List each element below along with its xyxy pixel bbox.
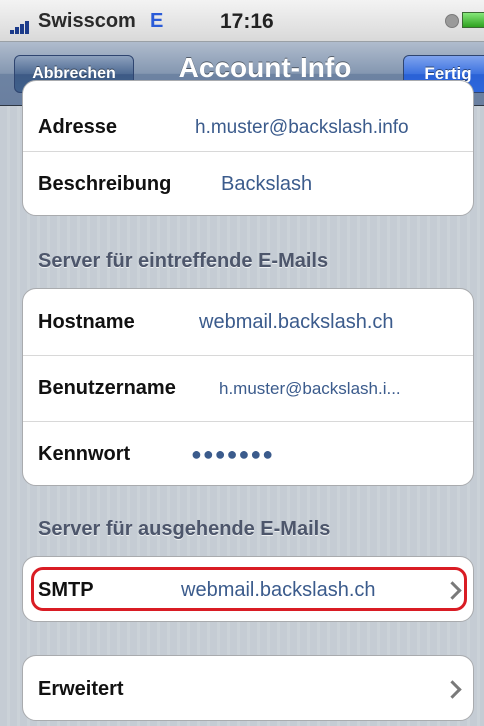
- smtp-value: webmail.backslash.ch: [181, 578, 376, 601]
- address-label: Adresse: [38, 116, 117, 138]
- hostname-label: Hostname: [38, 310, 135, 333]
- password-value[interactable]: ●●●●●●●: [191, 444, 274, 465]
- password-label: Kennwort: [38, 443, 131, 465]
- description-label: Beschreibung: [38, 173, 172, 195]
- password-row[interactable]: Kennwort ●●●●●●●: [23, 421, 473, 485]
- smtp-row[interactable]: SMTP webmail.backslash.ch: [23, 557, 473, 621]
- username-label: Benutzername: [38, 377, 176, 399]
- alarm-icon: [445, 14, 459, 28]
- clock: 17:16: [220, 10, 274, 33]
- smtp-label: SMTP: [38, 578, 94, 601]
- address-row[interactable]: Adresse h.muster@backslash.info: [23, 81, 473, 151]
- incoming-server-group: Hostname webmail.backslash.ch Benutzerna…: [22, 288, 474, 486]
- incoming-server-header: Server für eintreffende E-Mails: [38, 250, 329, 272]
- advanced-group: Erweitert: [22, 655, 474, 721]
- address-value[interactable]: h.muster@backslash.info: [195, 117, 409, 139]
- chevron-right-icon: [443, 679, 462, 699]
- advanced-row[interactable]: Erweitert: [23, 656, 473, 720]
- description-row[interactable]: Beschreibung Backslash: [23, 151, 473, 215]
- advanced-label: Erweitert: [38, 677, 124, 700]
- outgoing-server-group: SMTP webmail.backslash.ch: [22, 556, 474, 622]
- status-bar: Swisscom E 17:16: [0, 0, 484, 42]
- username-value[interactable]: h.muster@backslash.i...: [219, 379, 401, 399]
- hostname-value[interactable]: webmail.backslash.ch: [199, 311, 394, 334]
- network-type: E: [150, 10, 164, 32]
- outgoing-server-header: Server für ausgehende E-Mails: [38, 518, 331, 540]
- description-value[interactable]: Backslash: [221, 173, 312, 196]
- signal-bars-icon: [10, 20, 36, 34]
- carrier-name: Swisscom: [38, 10, 136, 32]
- battery-icon: [462, 12, 484, 28]
- hostname-row[interactable]: Hostname webmail.backslash.ch: [23, 289, 473, 355]
- username-row[interactable]: Benutzername h.muster@backslash.i...: [23, 355, 473, 421]
- account-group: Adresse h.muster@backslash.info Beschrei…: [22, 80, 474, 216]
- chevron-right-icon: [443, 580, 462, 600]
